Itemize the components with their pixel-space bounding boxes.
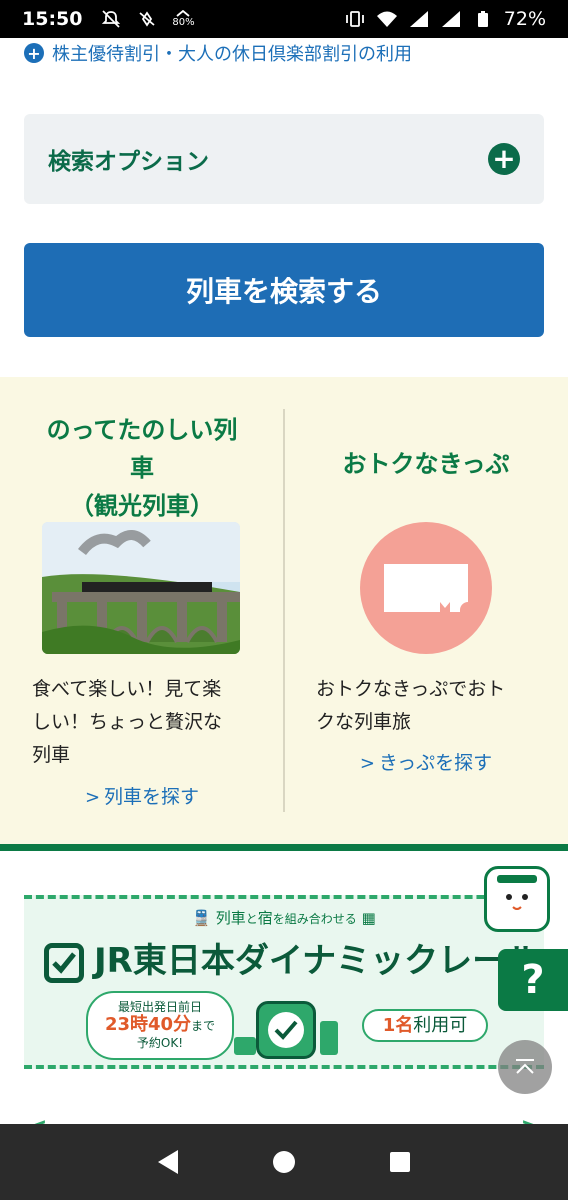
status-right-icons: 72% [344,8,546,30]
dynamic-rail-pack-banner[interactable]: 🚆 列車と宿を組み合わせる ▦ JR東日本ダイナミックレールパッ 最短出発日前日… [24,895,544,1069]
carousel-prev-button[interactable]: < [20,1109,49,1124]
signal-2-icon [440,10,462,28]
find-trains-link[interactable]: > 列車を探す [0,782,284,809]
sightseeing-train-description: 食べて楽しい！見て楽 しい！ちょっと贅沢な 列車 [32,678,223,766]
status-time: 15:50 [22,8,83,30]
chatbot-mascot-icon[interactable] [484,866,550,932]
single-person-bubble: 1名利用可 [362,1009,488,1042]
search-trains-button[interactable]: 列車を検索する [24,243,544,337]
search-options-label: 検索オプション [48,149,209,175]
features-section: のってたのしい列 車 （観光列車） 食べて楽しい！見て楽 しい！ちょっと贅沢な … [0,377,568,844]
home-icon[interactable] [264,1142,304,1182]
chevron-right-icon: > [359,753,375,774]
help-button[interactable]: ? [498,949,568,1011]
discount-ticket-description: おトクなきっぷでおト クな列車旅 [316,678,506,733]
main-content: + 株主優待割引・大人の休日倶楽部割引の利用 検索オプション + 列車を検索する… [0,38,568,1124]
battery-percent: 72% [503,8,546,30]
battery-icon [472,10,494,28]
sightseeing-train-title: のってたのしい列 車 （観光列車） [46,416,238,520]
find-tickets-link[interactable]: > きっぷを探す [284,748,568,775]
discount-ticket-title: おトクなきっぷ [342,450,510,478]
banner-title: JR東日本ダイナミックレールパッ [44,933,544,983]
chevron-right-icon: > [84,787,101,808]
discount-link-label: 株主優待割引・大人の休日倶楽部割引の利用 [52,44,412,65]
discount-ticket-card[interactable]: おトクなきっぷ おトクなきっぷでおト クな列車旅 > きっぷを探す [284,377,568,844]
banner-subtitle: 🚆 列車と宿を組み合わせる ▦ [192,909,376,927]
data-saver-icon: 80% [172,10,195,28]
vibrate-icon [344,10,366,28]
recents-icon[interactable] [380,1142,420,1182]
banner-carousel: 🚆 列車と宿を組み合わせる ▦ JR東日本ダイナミックレールパッ 最短出発日前日… [0,851,568,1124]
section-divider [0,844,568,851]
building-icon: ▦ [361,909,376,927]
checkmark-logo-icon [44,942,84,983]
scroll-to-top-button[interactable] [498,1040,552,1094]
sightseeing-train-photo [42,522,240,654]
back-icon[interactable] [148,1142,188,1182]
bag-icon [234,1037,256,1055]
expand-plus-icon: + [488,143,520,175]
carousel-next-button[interactable]: > [520,1109,549,1124]
notifications-off-icon [100,10,122,28]
discount-link[interactable]: + 株主優待割引・大人の休日倶楽部割引の利用 [24,40,412,66]
ticket-icon [360,522,492,654]
location-off-icon [136,10,158,28]
wifi-icon [376,10,398,28]
status-left-icons: 80% [100,10,195,28]
signal-icon [408,10,430,28]
sightseeing-train-card[interactable]: のってたのしい列 車 （観光列車） 食べて楽しい！見て楽 しい！ちょっと贅沢な … [0,377,284,844]
mascot-icon [256,1001,316,1059]
status-bar: 15:50 80% 72% [0,0,568,38]
search-options-toggle[interactable]: 検索オプション + [24,114,544,204]
train-icon: 🚆 [192,909,211,927]
booking-deadline-bubble: 最短出発日前日 23時40分まで 予約OK! [86,991,234,1060]
android-nav-bar [0,1124,568,1200]
suitcase-icon [320,1021,338,1055]
plus-circle-icon: + [24,43,44,63]
